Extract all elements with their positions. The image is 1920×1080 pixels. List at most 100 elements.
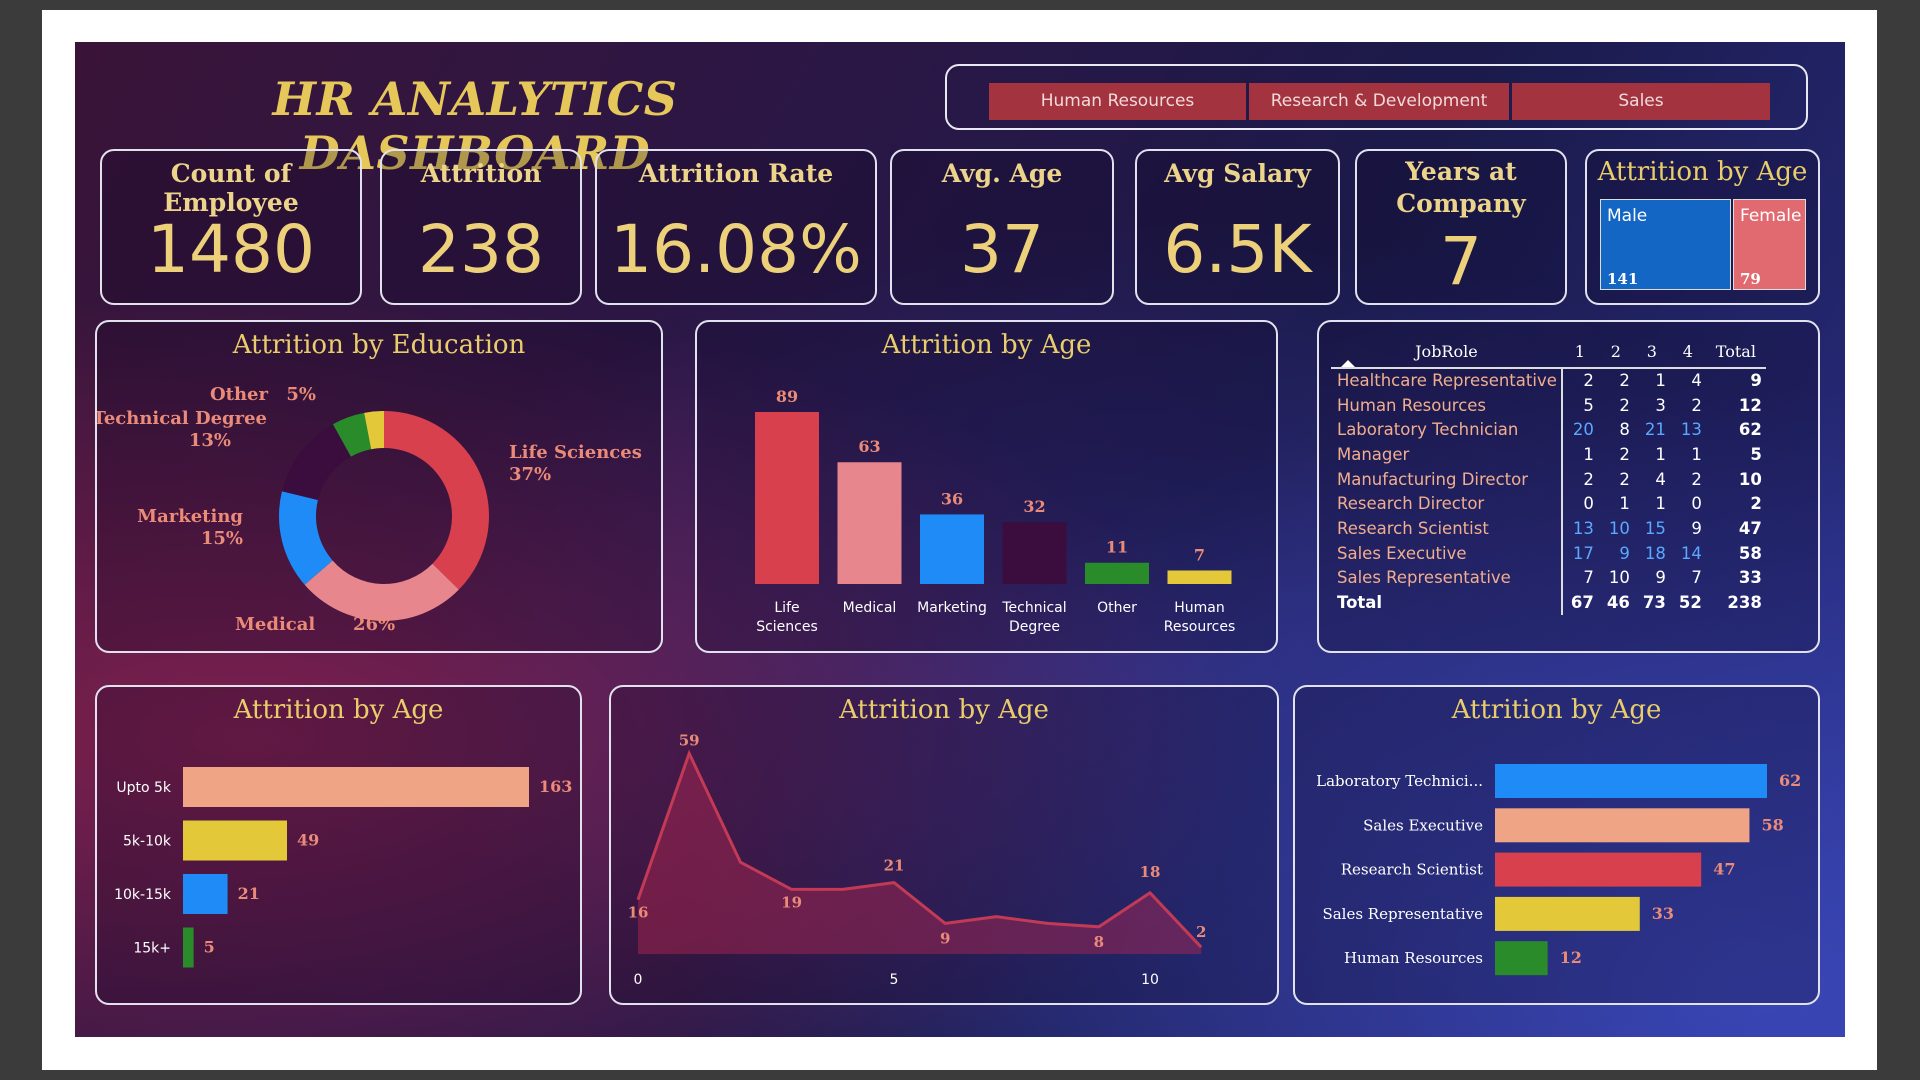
x-tick-label: Human	[1174, 600, 1225, 616]
bar[interactable]	[183, 927, 194, 968]
years-area-card: Attrition by Age 16 59 19 21 9 8 18 2 0 5 10	[609, 685, 1279, 1005]
bar[interactable]	[1495, 941, 1548, 976]
matrix-value-cell: 2	[1619, 371, 1630, 391]
matrix-total-value: 67	[1560, 590, 1598, 615]
bar[interactable]	[183, 820, 288, 861]
matrix-value-cell: 20	[1560, 417, 1598, 443]
y-tick-label: 10k-15k	[114, 887, 172, 903]
table-row[interactable]: Healthcare Representative 2 2 1 4 9	[1331, 368, 1766, 393]
bar[interactable]	[920, 514, 984, 584]
x-tick-label: Medical	[843, 600, 897, 616]
x-tick-label: Degree	[1009, 619, 1060, 635]
donut-label-name: Technical Degree	[97, 408, 267, 429]
gender-female-tile[interactable]: Female 79	[1733, 199, 1806, 290]
x-tick-label: Life	[774, 600, 799, 616]
sort-asc-icon[interactable]	[1341, 358, 1355, 368]
kpi-count-value: 1480	[147, 211, 315, 288]
data-label: 5	[204, 938, 215, 957]
salary-bar-chart: Upto 5k 163 5k-10k 49 10k-15k 21 15k+ 5	[114, 767, 572, 968]
data-label: 62	[1779, 771, 1801, 790]
bar[interactable]	[1495, 852, 1702, 887]
table-row[interactable]: Human Resources 5 2 3 2 12	[1331, 392, 1766, 418]
matrix-header-2: 2	[1597, 336, 1634, 369]
slicer-human-resources[interactable]: Human Resources	[989, 83, 1246, 120]
kpi-age-value: 37	[960, 211, 1044, 288]
matrix-value-cell: 14	[1680, 543, 1702, 563]
kpi-attrition-value: 238	[418, 211, 544, 288]
data-label: 2	[1196, 923, 1206, 941]
matrix-value-cell: 3	[1655, 395, 1666, 415]
gender-card: Attrition by Age Male 141 Female 79	[1585, 149, 1820, 305]
matrix-jobrole-cell: Manager	[1337, 444, 1410, 464]
slicer-research-development[interactable]: Research & Development	[1249, 83, 1509, 120]
matrix-value-cell: 2	[1560, 368, 1598, 393]
jobrole-matrix: JobRole 1 2 3 4 Total Healthcare Represe…	[1331, 336, 1766, 615]
bar[interactable]	[183, 767, 529, 807]
y-tick-label: Human Resources	[1344, 949, 1483, 967]
bar[interactable]	[1495, 808, 1750, 843]
donut-label-percent: 37%	[509, 464, 551, 485]
education-bar-chart: 89 Life Sciences 63 Medical 36 Marketing 32 Tech…	[755, 387, 1235, 635]
kpi-rate-label: Attrition Rate	[638, 159, 834, 188]
donut-label-name: Medical	[235, 614, 315, 635]
education-donut-card: Attrition by Education Life Sciences 37% M…	[95, 320, 663, 653]
matrix-value-cell: 10	[1608, 518, 1630, 538]
data-label: 12	[1560, 948, 1582, 967]
matrix-jobrole-cell: Laboratory Technician	[1337, 420, 1519, 440]
jobrole-matrix-card: JobRole 1 2 3 4 Total Healthcare Represe…	[1317, 320, 1820, 653]
kpi-attrition-label: Attrition	[420, 159, 542, 188]
matrix-jobrole-cell: Sales Executive	[1337, 543, 1467, 563]
x-tick-label: 0	[634, 972, 643, 988]
matrix-total-value: 238	[1727, 593, 1762, 613]
table-row[interactable]: Laboratory Technician 20 8 21 13 62	[1331, 417, 1766, 443]
gender-male-tile[interactable]: Male 141	[1600, 199, 1731, 290]
data-label: 7	[1194, 545, 1205, 564]
table-row[interactable]: Sales Representative 7 10 9 7 33	[1331, 565, 1766, 591]
gender-female-label: Female	[1740, 206, 1802, 226]
bar[interactable]	[183, 874, 228, 914]
kpi-salary-card: Avg Salary 6.5K	[1135, 149, 1340, 305]
kpi-rate-card: Attrition Rate 16.08%	[595, 149, 877, 305]
matrix-total-cell: 62	[1738, 420, 1762, 440]
matrix-total-cell: 12	[1738, 395, 1762, 415]
y-tick-label: Upto 5k	[116, 780, 172, 796]
data-label: 163	[539, 777, 572, 796]
data-label: 11	[1106, 538, 1128, 557]
matrix-value-cell: 2	[1619, 469, 1630, 489]
y-tick-label: Sales Representative	[1322, 905, 1483, 923]
data-label: 16	[628, 904, 649, 922]
table-row[interactable]: Manager 1 2 1 1 5	[1331, 442, 1766, 467]
slicer-sales[interactable]: Sales	[1512, 83, 1770, 120]
gender-male-value: 141	[1607, 270, 1639, 288]
matrix-total-cell: 58	[1738, 543, 1762, 563]
years-area-chart: 16 59 19 21 9 8 18 2 0 5 10	[628, 731, 1207, 988]
bar[interactable]	[1495, 764, 1767, 798]
bar[interactable]	[1002, 522, 1067, 584]
jobrole-bar-chart: Laboratory Technici... 62 Sales Executive 5…	[1316, 764, 1801, 976]
salary-bar-card: Attrition by Age Upto 5k 163 5k-10k 49 10k-1…	[95, 685, 582, 1005]
matrix-jobrole-cell: Human Resources	[1337, 395, 1487, 415]
matrix-value-cell: 1	[1655, 444, 1666, 464]
bar[interactable]	[1167, 570, 1232, 584]
matrix-jobrole-cell: Healthcare Representative	[1337, 371, 1557, 391]
data-label: 47	[1713, 860, 1735, 879]
donut-slice-0[interactable]	[384, 411, 490, 590]
data-label: 9	[940, 929, 950, 947]
y-tick-label: Sales Executive	[1363, 816, 1483, 834]
matrix-total-cell: 5	[1750, 444, 1762, 464]
table-row[interactable]: Research Scientist 13 10 15 9 47	[1331, 516, 1766, 541]
bar[interactable]	[1495, 896, 1640, 931]
education-donut-chart: Life Sciences37% Medical 26% Marketing15% Te…	[97, 384, 642, 635]
table-row[interactable]: Manufacturing Director 2 2 4 2 10	[1331, 466, 1766, 492]
bar[interactable]	[837, 462, 902, 584]
bar[interactable]	[755, 412, 819, 584]
table-row[interactable]: Research Director 0 1 1 0 2	[1331, 491, 1766, 517]
x-tick-label: 5	[890, 972, 899, 988]
matrix-value-cell: 18	[1644, 543, 1666, 563]
data-label: 59	[679, 731, 700, 749]
table-row[interactable]: Sales Executive 17 9 18 14 58	[1331, 540, 1766, 566]
donut-slice-1[interactable]	[304, 560, 459, 621]
matrix-header-jobrole[interactable]: JobRole	[1331, 336, 1562, 369]
bar[interactable]	[1085, 562, 1149, 584]
data-label: 21	[884, 857, 905, 875]
